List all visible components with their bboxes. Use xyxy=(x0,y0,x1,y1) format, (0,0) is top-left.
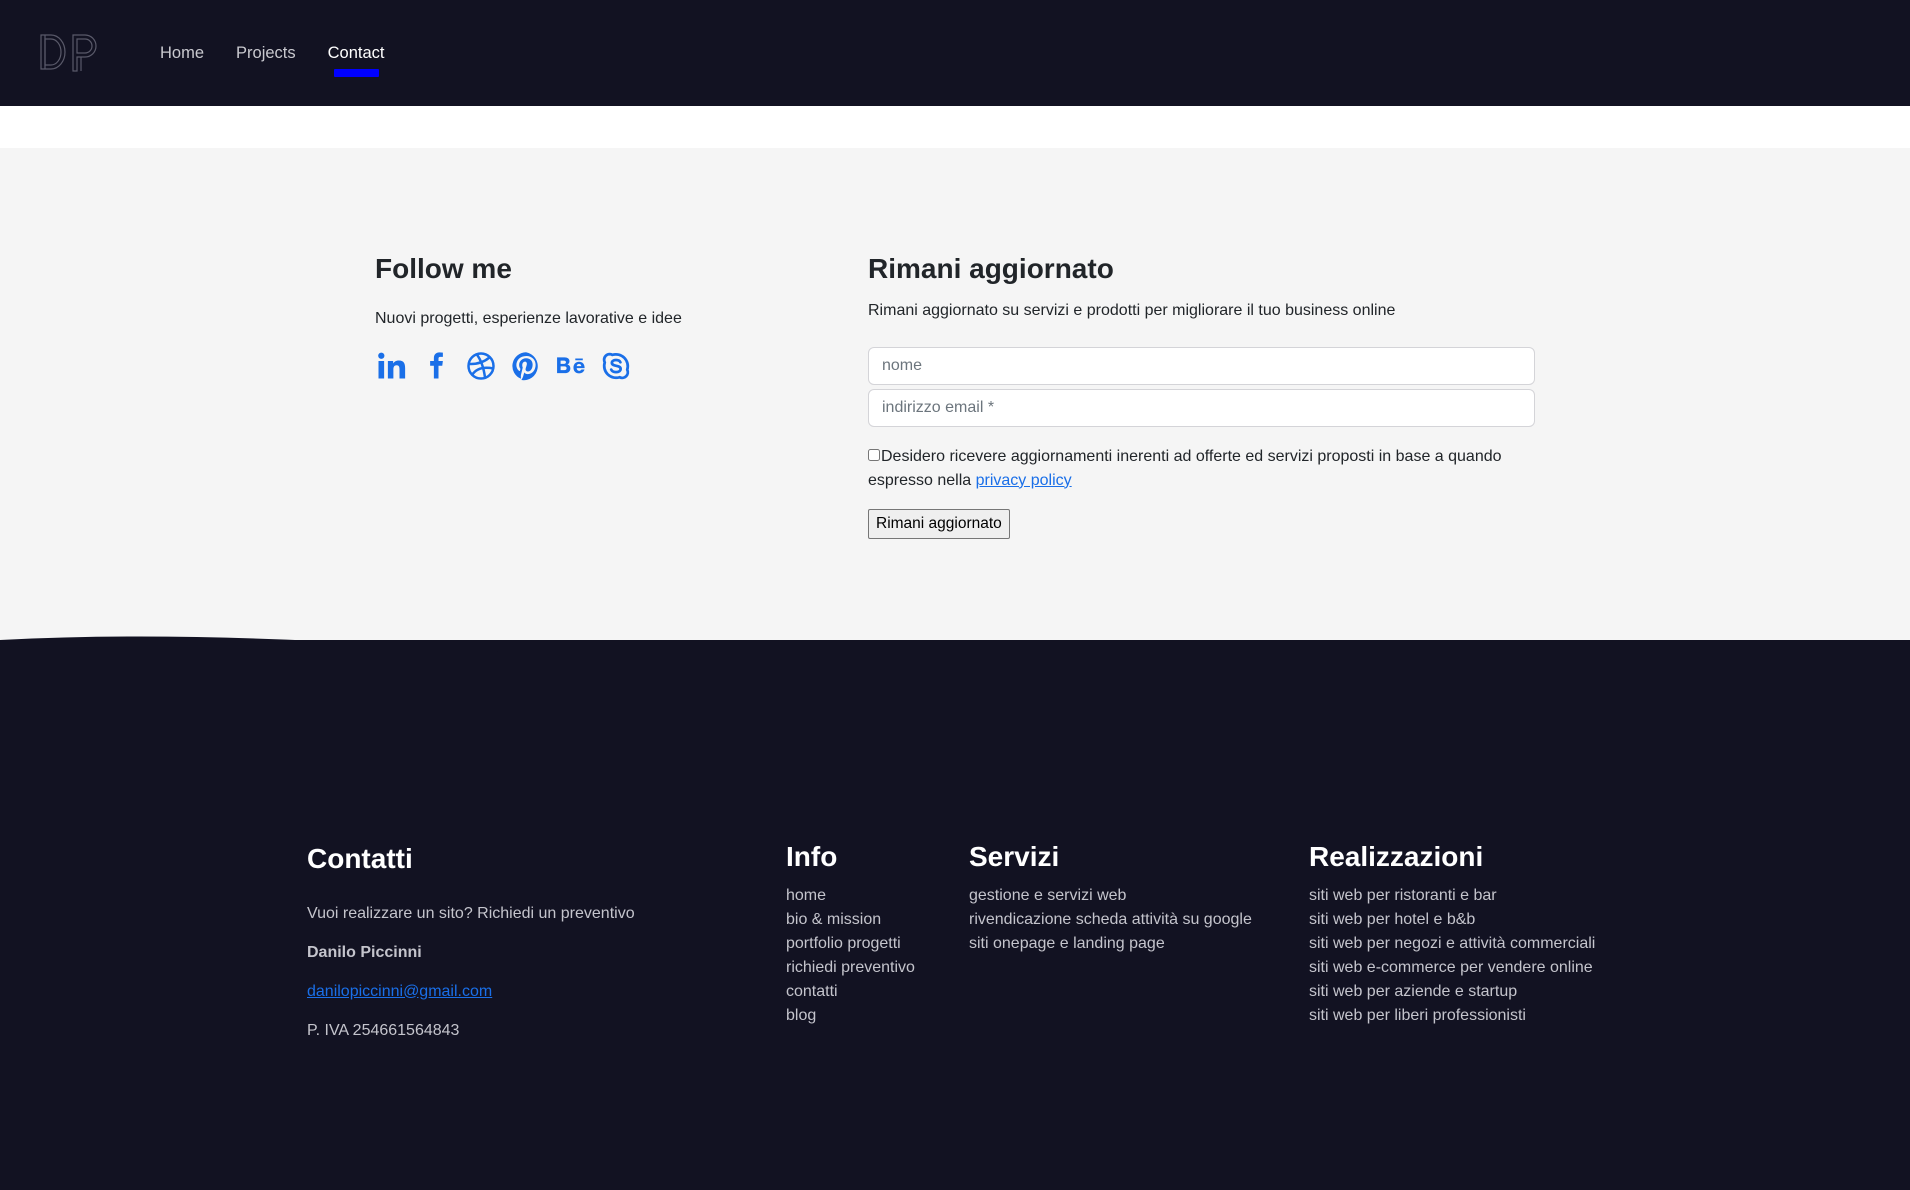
footer-info: Info home bio & mission portfolio proget… xyxy=(786,840,915,1028)
main-nav: Home Projects Contact xyxy=(160,0,417,106)
footer-link[interactable]: siti web per liberi professionisti xyxy=(1309,1004,1595,1028)
contacts-cta: Vuoi realizzare un sito? Richiedi un pre… xyxy=(307,904,635,922)
servizi-title: Servizi xyxy=(969,841,1060,872)
footer-link[interactable]: siti web per negozi e attività commercia… xyxy=(1309,932,1595,956)
footer-realizzazioni: Realizzazioni siti web per ristoranti e … xyxy=(1309,840,1595,1028)
facebook-icon[interactable] xyxy=(420,350,452,382)
footer-link[interactable]: richiedi preventivo xyxy=(786,956,915,980)
consent-checkbox[interactable] xyxy=(868,448,880,461)
nav-contact[interactable]: Contact xyxy=(328,45,385,76)
info-title: Info xyxy=(786,841,838,872)
behance-icon[interactable] xyxy=(555,350,587,382)
consent-text: Desidero ricevere aggiornamenti inerenti… xyxy=(868,447,1502,489)
footer-link[interactable]: contatti xyxy=(786,980,915,1004)
nav-projects[interactable]: Projects xyxy=(236,45,296,62)
dp-logo[interactable] xyxy=(39,32,105,74)
follow-block: Follow me Nuovi progetti, esperienze lav… xyxy=(375,252,795,382)
pinterest-icon[interactable] xyxy=(510,350,542,382)
newsletter-title: Rimani aggiornato xyxy=(868,253,1114,284)
linkedin-icon[interactable] xyxy=(375,350,407,382)
newsletter-block: Rimani aggiornato Rimani aggiornato su s… xyxy=(868,252,1536,539)
follow-title: Follow me xyxy=(375,253,512,284)
footer-link[interactable]: siti web per aziende e startup xyxy=(1309,980,1595,1004)
footer-link[interactable]: bio & mission xyxy=(786,908,915,932)
nav-home[interactable]: Home xyxy=(160,45,204,62)
consent-row: Desidero ricevere aggiornamenti inerenti… xyxy=(868,445,1536,493)
footer-link[interactable]: home xyxy=(786,884,915,908)
footer-link[interactable]: portfolio progetti xyxy=(786,932,915,956)
name-input[interactable] xyxy=(868,346,1535,385)
contacts-vat: P. IVA 254661564843 xyxy=(307,1021,460,1039)
follow-subtitle: Nuovi progetti, esperienze lavorative e … xyxy=(375,309,682,327)
subscribe-button[interactable]: Rimani aggiornato xyxy=(868,508,1010,539)
contacts-email-link[interactable]: danilopiccinni@gmail.com xyxy=(307,983,492,1000)
email-input[interactable] xyxy=(868,388,1535,427)
contacts-title: Contatti xyxy=(307,843,413,874)
footer-contacts: Contatti Vuoi realizzare un sito? Richie… xyxy=(307,842,635,1042)
footer-wave xyxy=(0,636,1910,673)
header-spacer xyxy=(0,106,1910,148)
realizzazioni-title: Realizzazioni xyxy=(1309,841,1484,872)
footer-link[interactable]: siti web e-commerce per vendere online xyxy=(1309,956,1595,980)
contact-section: Follow me Nuovi progetti, esperienze lav… xyxy=(0,148,1910,648)
footer-link[interactable]: siti onepage e landing page xyxy=(969,932,1252,956)
social-links xyxy=(375,350,795,382)
footer-link[interactable]: gestione e servizi web xyxy=(969,884,1252,908)
newsletter-subtitle: Rimani aggiornato su servizi e prodotti … xyxy=(868,301,1396,319)
footer-link[interactable]: blog xyxy=(786,1004,915,1028)
dribbble-icon[interactable] xyxy=(465,350,497,382)
skype-icon[interactable] xyxy=(600,350,632,382)
navbar: Home Projects Contact xyxy=(0,0,1910,106)
footer-link[interactable]: rivendicazione scheda attività su google xyxy=(969,908,1252,932)
contacts-name: Danilo Piccinni xyxy=(307,943,422,961)
footer-link[interactable]: siti web per hotel e b&b xyxy=(1309,908,1595,932)
footer-link[interactable]: siti web per ristoranti e bar xyxy=(1309,884,1595,908)
privacy-policy-link[interactable]: privacy policy xyxy=(976,472,1072,489)
footer: Contatti Vuoi realizzare un sito? Richie… xyxy=(0,640,1910,1190)
footer-servizi: Servizi gestione e servizi web rivendica… xyxy=(969,840,1252,956)
